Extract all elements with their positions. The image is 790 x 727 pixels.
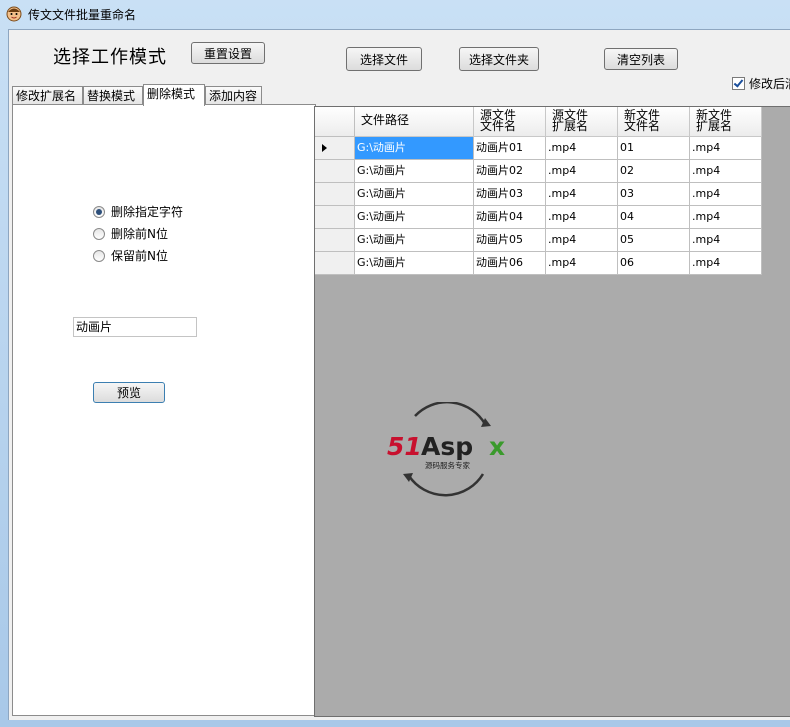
grid-cell[interactable]: 动画片03 xyxy=(474,183,546,206)
grid-cell[interactable]: .mp4 xyxy=(690,252,762,275)
grid-cell[interactable]: .mp4 xyxy=(690,206,762,229)
tab-delete-mode[interactable]: 删除模式 xyxy=(143,84,205,106)
grid-row-header[interactable] xyxy=(315,160,355,183)
tab-replace-mode[interactable]: 替换模式 xyxy=(83,86,143,105)
select-file-button[interactable]: 选择文件 xyxy=(346,47,422,71)
grid-cell[interactable]: G:\动画片 xyxy=(355,252,474,275)
grid-cell[interactable]: 03 xyxy=(618,183,690,206)
radio-label: 删除指定字符 xyxy=(111,205,184,219)
radio-keep-first-n[interactable]: 保留前N位 xyxy=(93,247,168,264)
checkbox-label: 修改后清 xyxy=(749,77,790,91)
radio-label: 删除前N位 xyxy=(111,227,168,241)
grid-row-header[interactable] xyxy=(315,183,355,206)
grid-cell[interactable]: .mp4 xyxy=(690,137,762,160)
grid-column-header[interactable]: 新文件 文件名 xyxy=(618,107,690,137)
radio-delete-first-n[interactable]: 删除前N位 xyxy=(93,225,168,242)
grid-cell[interactable]: G:\动画片 xyxy=(355,160,474,183)
grid-cell[interactable]: 动画片06 xyxy=(474,252,546,275)
grid-corner-header xyxy=(315,107,355,137)
grid-row-header[interactable] xyxy=(315,206,355,229)
grid-row-header[interactable] xyxy=(315,229,355,252)
grid-column-header[interactable]: 源文件 扩展名 xyxy=(546,107,618,137)
grid-cell[interactable]: G:\动画片 xyxy=(355,229,474,252)
client-area: 选择工作模式 重置设置 选择文件 选择文件夹 清空列表 修改后清 修改扩展名 替… xyxy=(8,29,790,720)
svg-text:Asp: Asp xyxy=(421,432,473,461)
radio-unselected-icon[interactable] xyxy=(93,250,105,262)
checkbox-checked-icon[interactable] xyxy=(732,77,745,90)
radio-label: 保留前N位 xyxy=(111,249,168,263)
grid-column-header[interactable]: 文件路径 xyxy=(355,107,474,137)
grid-column-header[interactable]: 源文件 文件名 xyxy=(474,107,546,137)
clear-list-button[interactable]: 清空列表 xyxy=(604,48,678,70)
preview-button[interactable]: 预览 xyxy=(93,382,165,403)
grid-cell[interactable]: 06 xyxy=(618,252,690,275)
app-face-icon xyxy=(6,6,22,22)
window-title: 传文文件批量重命名 xyxy=(28,8,137,22)
grid-cell[interactable]: .mp4 xyxy=(690,160,762,183)
radio-unselected-icon[interactable] xyxy=(93,228,105,240)
file-grid-area: 文件路径 源文件 文件名 源文件 扩展名 新文件 文件名 新文件 扩展名 G:\动画片 动画… xyxy=(314,106,790,717)
select-folder-button[interactable]: 选择文件夹 xyxy=(459,47,539,71)
grid-cell[interactable]: 动画片01 xyxy=(474,137,546,160)
grid-cell[interactable]: .mp4 xyxy=(546,252,618,275)
grid-cell[interactable]: 动画片04 xyxy=(474,206,546,229)
tab-modify-extension[interactable]: 修改扩展名 xyxy=(12,86,83,105)
app-window: 传文文件批量重命名 选择工作模式 重置设置 选择文件 选择文件夹 清空列表 修改… xyxy=(0,0,790,727)
radio-selected-icon[interactable] xyxy=(93,206,105,218)
tab-add-content[interactable]: 添加内容 xyxy=(205,86,262,105)
grid-cell[interactable]: .mp4 xyxy=(690,229,762,252)
grid-cell[interactable]: G:\动画片 xyxy=(355,137,474,160)
mode-title: 选择工作模式 xyxy=(53,47,167,68)
modify-after-checkbox[interactable]: 修改后清 xyxy=(732,75,790,92)
grid-row-header[interactable] xyxy=(315,252,355,275)
grid-cell[interactable]: 01 xyxy=(618,137,690,160)
grid-cell[interactable]: .mp4 xyxy=(546,137,618,160)
grid-cell[interactable]: 动画片02 xyxy=(474,160,546,183)
watermark-logo: 51 Asp x 源码服务专家 xyxy=(387,402,505,497)
grid-cell[interactable]: .mp4 xyxy=(546,206,618,229)
grid-cell[interactable]: 05 xyxy=(618,229,690,252)
grid-cell[interactable]: .mp4 xyxy=(690,183,762,206)
grid-column-header[interactable]: 新文件 扩展名 xyxy=(690,107,762,137)
svg-text:源码服务专家: 源码服务专家 xyxy=(425,460,470,470)
title-bar: 传文文件批量重命名 xyxy=(0,0,790,28)
grid-cell[interactable]: G:\动画片 xyxy=(355,206,474,229)
grid-cell[interactable]: 02 xyxy=(618,160,690,183)
reset-button[interactable]: 重置设置 xyxy=(191,42,265,64)
delete-text-input[interactable]: 动画片 xyxy=(73,317,197,337)
grid-cell[interactable]: G:\动画片 xyxy=(355,183,474,206)
grid-cell[interactable]: .mp4 xyxy=(546,160,618,183)
svg-text:x: x xyxy=(489,432,505,461)
svg-text:51: 51 xyxy=(387,432,422,461)
delete-mode-panel: 删除指定字符 删除前N位 保留前N位 动画片 预览 xyxy=(12,104,316,716)
grid-cell[interactable]: .mp4 xyxy=(546,183,618,206)
radio-delete-specified[interactable]: 删除指定字符 xyxy=(93,203,183,220)
current-row-arrow-icon xyxy=(322,144,327,152)
grid-cell[interactable]: 04 xyxy=(618,206,690,229)
grid-row-header[interactable] xyxy=(315,137,355,160)
grid-cell[interactable]: 动画片05 xyxy=(474,229,546,252)
grid-cell[interactable]: .mp4 xyxy=(546,229,618,252)
